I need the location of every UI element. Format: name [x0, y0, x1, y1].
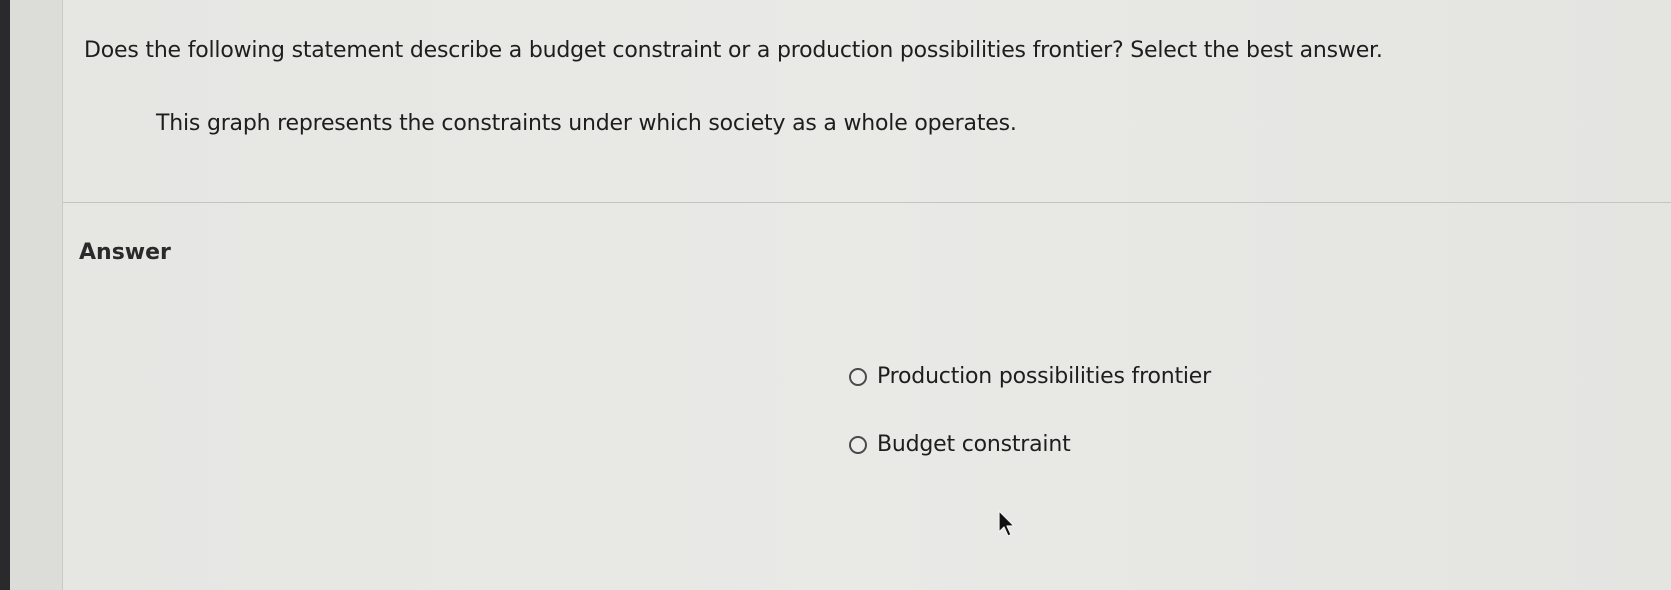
option-budget-constraint[interactable]: Budget constraint: [849, 428, 1071, 462]
option-label: Production possibilities frontier: [877, 364, 1211, 389]
left-edge-strip: [0, 0, 10, 590]
radio-button[interactable]: [849, 436, 867, 454]
section-divider: [63, 202, 1671, 203]
question-prompt: Does the following statement describe a …: [84, 38, 1383, 63]
question-statement: This graph represents the constraints un…: [156, 111, 1017, 136]
answer-heading: Answer: [79, 240, 171, 265]
question-panel: [63, 0, 1671, 590]
radio-button[interactable]: [849, 368, 867, 386]
left-gutter: [10, 0, 63, 590]
option-label: Budget constraint: [877, 432, 1071, 457]
mouse-pointer-icon: [998, 510, 1015, 537]
option-production-possibilities-frontier[interactable]: Production possibilities frontier: [849, 360, 1211, 394]
